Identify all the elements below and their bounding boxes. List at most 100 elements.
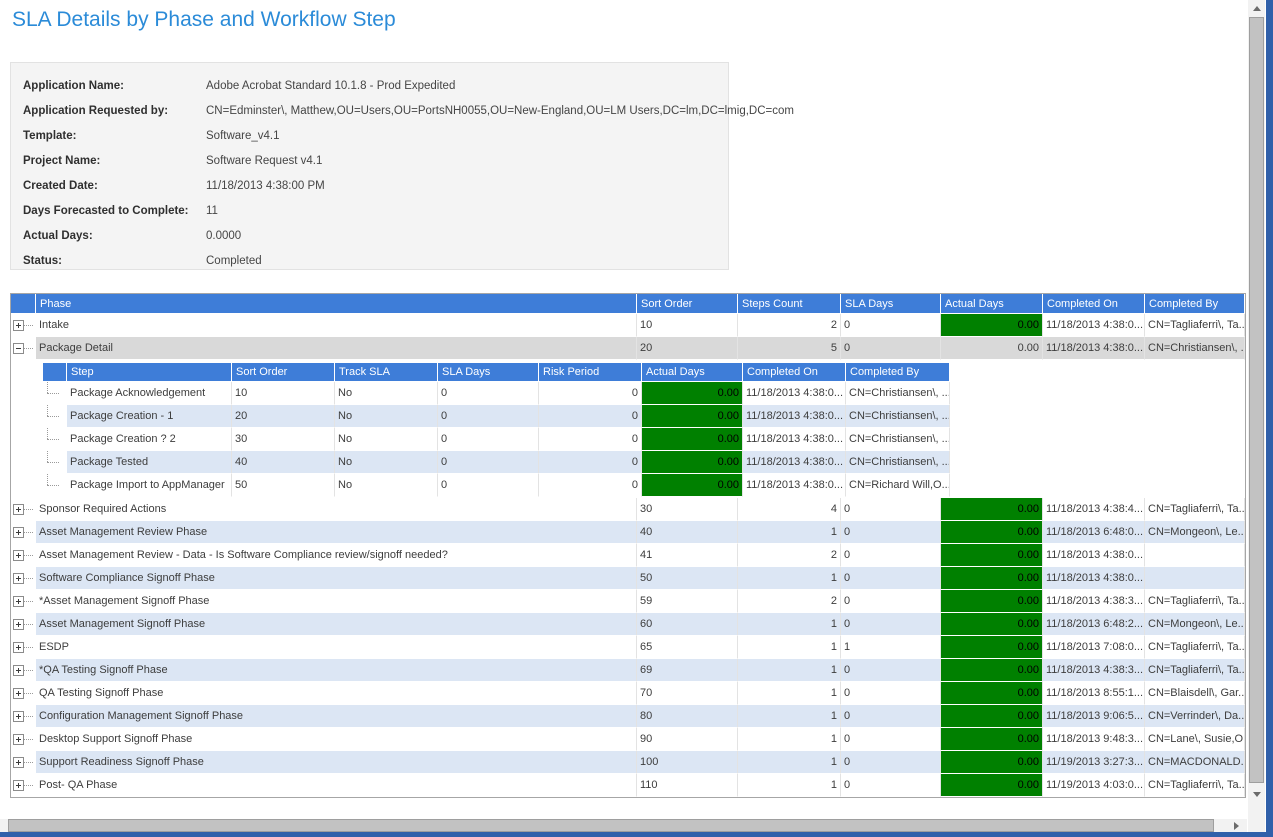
phase-row: Sponsor Required Actions30400.0011/18/20… — [11, 498, 1245, 521]
phase-row: Post- QA Phase110100.0011/19/2013 4:03:0… — [11, 774, 1245, 797]
expand-button[interactable] — [13, 780, 24, 791]
phase-sort-order-cell: 41 — [637, 544, 738, 567]
expand-button[interactable] — [13, 573, 24, 584]
phase-sort-order-cell: 30 — [637, 498, 738, 521]
info-field-label: Application Name: — [11, 74, 206, 99]
expand-button[interactable] — [13, 642, 24, 653]
phase-completed-on-cell: 11/18/2013 4:38:3... — [1043, 590, 1145, 613]
step-risk-period-cell: 0 — [539, 428, 642, 451]
phase-steps-count-cell: 1 — [738, 705, 841, 728]
tree-dots-icon — [24, 532, 33, 533]
header-icon-cell — [43, 363, 67, 382]
info-field-label: Days Forecasted to Complete: — [11, 199, 206, 224]
phase-row: Configuration Management Signoff Phase80… — [11, 705, 1245, 728]
step-completed-by-cell: CN=Christiansen\, ... — [846, 451, 950, 474]
tree-branch-icon — [47, 476, 62, 494]
phase-sort-order-cell: 90 — [637, 728, 738, 751]
expand-button[interactable] — [13, 734, 24, 745]
scroll-right-button[interactable] — [1228, 819, 1244, 832]
tree-cell — [11, 659, 36, 682]
phase-name-cell: *Asset Management Signoff Phase — [36, 590, 637, 613]
expand-button[interactable] — [13, 596, 24, 607]
info-field: Actual Days:0.0000 — [11, 222, 728, 247]
phase-actual-days-cell: 0.00 — [941, 521, 1043, 544]
column-header: Step — [67, 363, 232, 382]
phase-steps-count-cell: 1 — [738, 751, 841, 774]
expand-button[interactable] — [13, 504, 24, 515]
scroll-up-button[interactable] — [1248, 0, 1265, 16]
phase-header-row: PhaseSort OrderSteps CountSLA DaysActual… — [11, 294, 1245, 314]
horizontal-scroll-thumb[interactable] — [8, 819, 1214, 832]
tree-dots-icon — [24, 601, 33, 602]
expand-button[interactable] — [13, 757, 24, 768]
phase-row: Asset Management Review - Data - Is Soft… — [11, 544, 1245, 567]
step-risk-period-cell: 0 — [539, 451, 642, 474]
column-header: Completed On — [1043, 294, 1145, 314]
phase-sla-days-cell: 0 — [841, 682, 941, 705]
phase-steps-count-cell: 1 — [738, 774, 841, 797]
vertical-scroll-thumb[interactable] — [1249, 17, 1264, 783]
step-row: Package Creation ? 230No000.0011/18/2013… — [43, 428, 950, 451]
phase-steps-count-cell: 2 — [738, 590, 841, 613]
phase-row: *QA Testing Signoff Phase69100.0011/18/2… — [11, 659, 1245, 682]
tree-cell — [11, 636, 36, 659]
phase-steps-count-cell: 1 — [738, 567, 841, 590]
tree-branch-icon — [47, 407, 62, 425]
info-field-label: Project Name: — [11, 149, 206, 174]
tree-cell — [11, 521, 36, 544]
horizontal-scrollbar[interactable] — [0, 819, 1247, 832]
tree-cell — [11, 498, 36, 521]
expand-button[interactable] — [13, 527, 24, 538]
phase-sla-days-cell: 0 — [841, 498, 941, 521]
phase-actual-days-cell: 0.00 — [941, 337, 1043, 360]
phase-actual-days-cell: 0.00 — [941, 498, 1043, 521]
scroll-down-button[interactable] — [1248, 786, 1265, 802]
expand-button[interactable] — [13, 688, 24, 699]
expand-button[interactable] — [13, 550, 24, 561]
phase-completed-by-cell: CN=Blaisdell\, Gar... — [1145, 682, 1245, 705]
tree-branch-icon — [47, 430, 62, 448]
step-sort-order-cell: 10 — [232, 382, 335, 405]
phase-sla-days-cell: 0 — [841, 705, 941, 728]
tree-dots-icon — [24, 647, 33, 648]
phase-sla-days-cell: 0 — [841, 751, 941, 774]
phase-name-cell: Post- QA Phase — [36, 774, 637, 797]
expand-button[interactable] — [13, 665, 24, 676]
step-completed-by-cell: CN=Christiansen\, ... — [846, 382, 950, 405]
phase-sla-days-cell: 0 — [841, 590, 941, 613]
column-header: Completed On — [743, 363, 846, 382]
phase-actual-days-cell: 0.00 — [941, 590, 1043, 613]
info-field-value: Adobe Acrobat Standard 10.1.8 - Prod Exp… — [206, 80, 455, 92]
tree-dots-icon — [24, 693, 33, 694]
phase-completed-by-cell: CN=Mongeon\, Le... — [1145, 613, 1245, 636]
step-sla-days-cell: 0 — [438, 474, 539, 497]
phase-actual-days-cell: 0.00 — [941, 751, 1043, 774]
phase-actual-days-cell: 0.00 — [941, 659, 1043, 682]
phase-completed-by-cell: CN=Tagliaferri\, Ta... — [1145, 498, 1245, 521]
expand-button[interactable] — [13, 320, 24, 331]
column-header: Risk Period — [539, 363, 642, 382]
expand-button[interactable] — [13, 711, 24, 722]
phase-name-cell: Desktop Support Signoff Phase — [36, 728, 637, 751]
column-header: Track SLA — [335, 363, 438, 382]
phase-completed-on-cell: 11/18/2013 4:38:3... — [1043, 659, 1145, 682]
step-header-row: StepSort OrderTrack SLASLA DaysRisk Peri… — [43, 363, 950, 382]
collapse-button[interactable] — [13, 343, 24, 354]
step-completed-on-cell: 11/18/2013 4:38:0... — [743, 474, 846, 497]
phase-sort-order-cell: 69 — [637, 659, 738, 682]
phase-table: PhaseSort OrderSteps CountSLA DaysActual… — [11, 294, 1245, 797]
step-row: Package Tested40No000.0011/18/2013 4:38:… — [43, 451, 950, 474]
step-actual-days-cell: 0.00 — [642, 382, 743, 405]
phase-name-cell: Asset Management Review - Data - Is Soft… — [36, 544, 637, 567]
vertical-scrollbar[interactable] — [1248, 0, 1265, 832]
tree-dots-icon — [24, 578, 33, 579]
step-track-sla-cell: No — [335, 451, 438, 474]
phase-steps-count-cell: 5 — [738, 337, 841, 360]
phase-steps-count-cell: 1 — [738, 682, 841, 705]
phase-sla-days-cell: 0 — [841, 728, 941, 751]
phase-steps-count-cell: 1 — [738, 613, 841, 636]
expand-button[interactable] — [13, 619, 24, 630]
phase-completed-by-cell: CN=Christiansen\, .. — [1145, 337, 1245, 360]
phase-completed-on-cell: 11/18/2013 4:38:0... — [1043, 567, 1145, 590]
column-header: Sort Order — [637, 294, 738, 314]
